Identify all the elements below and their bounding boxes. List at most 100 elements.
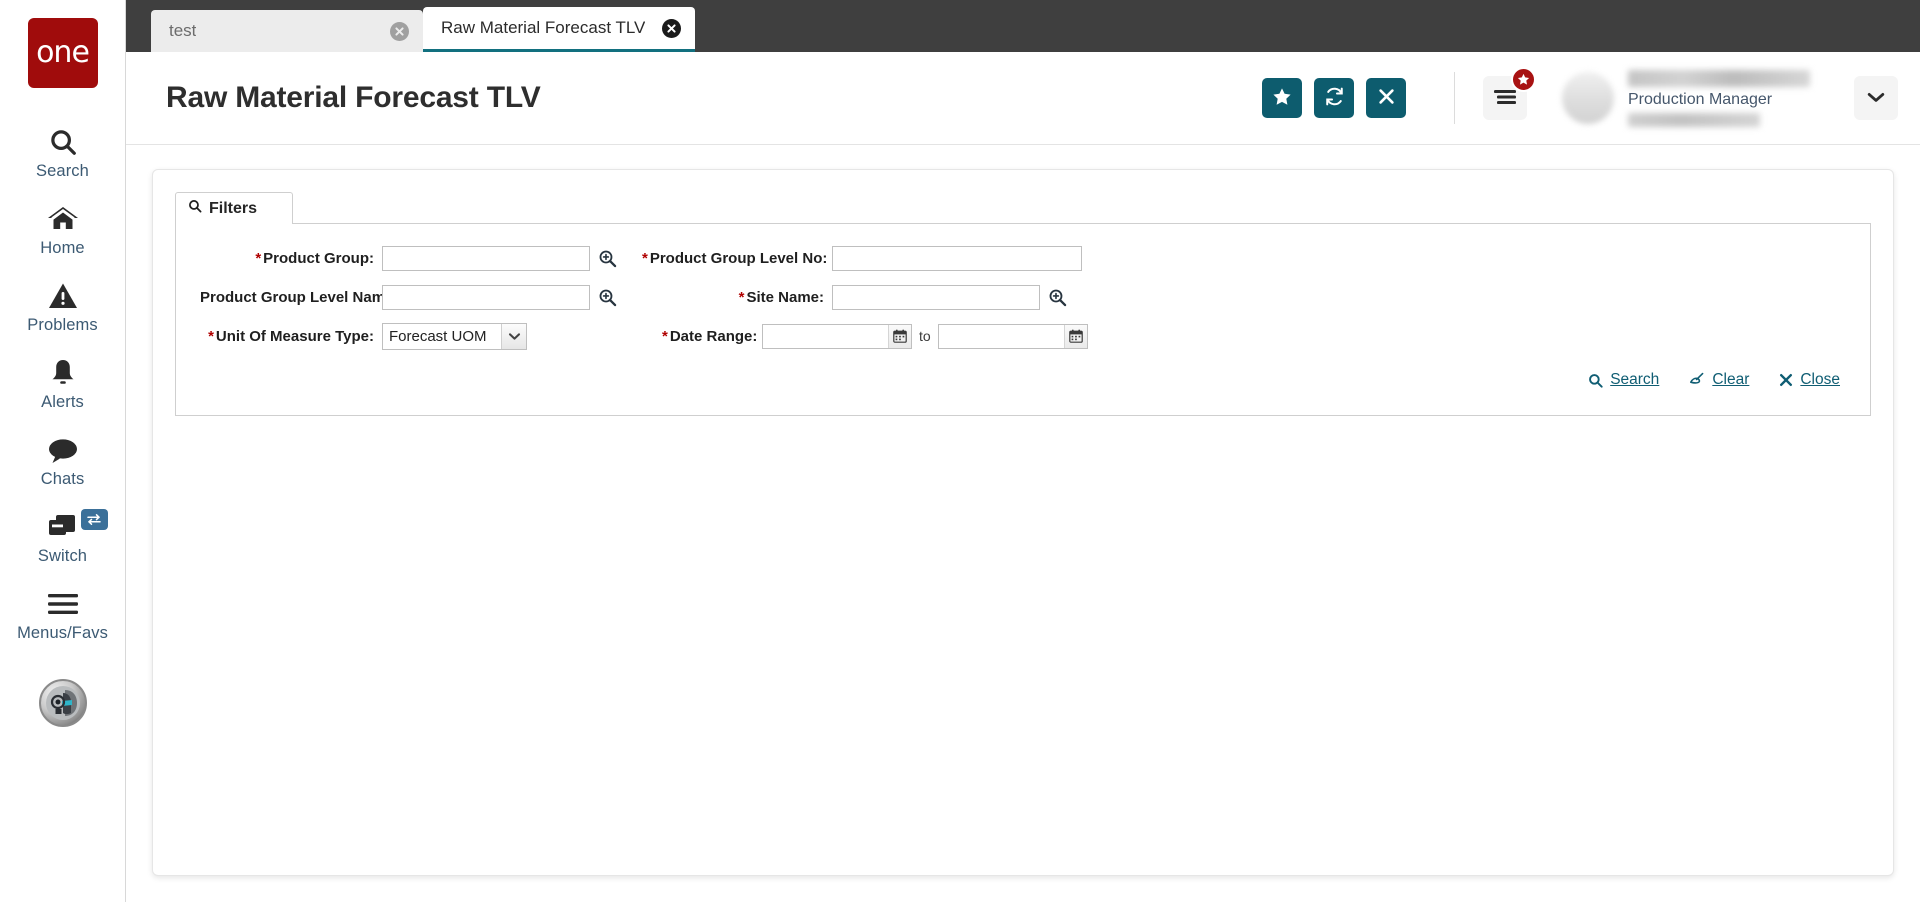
field-product-group-level-name: Product Group Level Name: — [200, 284, 620, 310]
sidebar-item-alerts[interactable]: Alerts — [0, 345, 126, 422]
sidebar-item-label: Switch — [37, 547, 88, 565]
tab-filters[interactable]: Filters — [175, 192, 293, 224]
star-icon — [1272, 87, 1292, 110]
warning-triangle-icon — [48, 279, 78, 313]
application-root: one Search Home Problems Alerts Chats Sw… — [0, 0, 1920, 902]
date-range-separator: to — [919, 328, 931, 344]
site-name-lookup-icon[interactable] — [1044, 284, 1070, 310]
home-icon — [47, 202, 79, 236]
filters-body: * Product Group: * Product Group Level N… — [175, 224, 1871, 416]
date-range-from-wrap — [762, 323, 912, 349]
windows-stack-icon — [47, 510, 79, 544]
sidebar-item-chats[interactable]: Chats — [0, 422, 126, 499]
date-range-to-wrap — [937, 323, 1088, 349]
filters-panel: Filters * Product Group: * Product Group… — [175, 192, 1871, 416]
tab-label: Raw Material Forecast TLV — [441, 18, 646, 37]
field-site-name: * Site Name: — [642, 284, 1070, 310]
search-action-label: Search — [1610, 371, 1660, 388]
close-action-label: Close — [1800, 371, 1840, 388]
content-card: Filters * Product Group: * Product Group… — [152, 169, 1894, 876]
tab-filters-label: Filters — [209, 199, 258, 217]
user-text-group: Production Manager — [1628, 69, 1810, 127]
site-name-input[interactable] — [832, 284, 1040, 310]
sidebar-item-search[interactable]: Search — [0, 114, 126, 191]
bell-icon — [49, 356, 77, 390]
field-date-range: * Date Range: to — [662, 323, 1088, 349]
product-group-lookup-icon[interactable] — [594, 245, 620, 271]
field-product-group-level-no: * Product Group Level No: — [642, 245, 1082, 271]
hamburger-icon — [47, 587, 79, 621]
refresh-button[interactable] — [1314, 78, 1354, 118]
product-group-level-no-label: * Product Group Level No: — [642, 249, 828, 267]
sidebar-item-label: Chats — [40, 470, 85, 488]
header-menu-button[interactable] — [1483, 67, 1536, 120]
filters-row-3: * Unit Of Measure Type: Forecast UOM * D… — [200, 318, 1846, 354]
app-logo-text: one — [36, 35, 90, 70]
sidebar-item-switch[interactable]: Switch — [0, 499, 126, 576]
avatar — [1562, 72, 1614, 124]
clear-action-link[interactable]: Clear — [1689, 371, 1749, 389]
unit-of-measure-type-label: * Unit Of Measure Type: — [208, 327, 374, 345]
product-group-level-no-input[interactable] — [832, 245, 1082, 271]
search-action-link[interactable]: Search — [1588, 371, 1659, 389]
sidebar-item-home[interactable]: Home — [0, 191, 126, 268]
product-group-label: * Product Group: — [255, 249, 374, 267]
required-asterisk: * — [738, 288, 745, 306]
calendar-icon[interactable] — [1063, 324, 1087, 348]
sidebar-item-label: Home — [40, 239, 85, 257]
required-asterisk: * — [255, 249, 262, 267]
field-unit-of-measure-type: * Unit Of Measure Type: Forecast UOM — [200, 322, 527, 350]
filters-row-2: Product Group Level Name: * Site Name: — [200, 279, 1846, 315]
sidebar-item-menus-favs[interactable]: Menus/Favs — [0, 576, 126, 653]
user-profile[interactable]: Production Manager — [1562, 69, 1810, 127]
swap-arrows-icon[interactable] — [80, 509, 108, 530]
site-name-label: * Site Name: — [738, 288, 824, 306]
sidebar-item-problems[interactable]: Problems — [0, 268, 126, 345]
close-button[interactable] — [1366, 78, 1406, 118]
product-group-level-name-input[interactable] — [382, 284, 590, 310]
favorite-button[interactable] — [1262, 78, 1302, 118]
required-asterisk: * — [208, 327, 214, 345]
broom-icon — [1689, 372, 1705, 388]
product-group-level-name-lookup-icon[interactable] — [594, 284, 620, 310]
refresh-icon — [1324, 86, 1345, 110]
page-title: Raw Material Forecast TLV — [166, 81, 541, 114]
required-asterisk: * — [642, 249, 648, 267]
date-range-label: * Date Range: — [662, 327, 758, 345]
header-action-buttons — [1262, 78, 1406, 118]
required-asterisk: * — [662, 327, 668, 345]
unit-of-measure-type-select[interactable]: Forecast UOM — [382, 322, 527, 350]
user-name — [1628, 69, 1810, 87]
main-area: test Raw Material Forecast TLV Raw Mater… — [126, 0, 1920, 902]
filters-row-1: * Product Group: * Product Group Level N… — [200, 240, 1846, 276]
app-logo[interactable]: one — [27, 18, 98, 88]
tab-raw-material-forecast-tlv[interactable]: Raw Material Forecast TLV — [423, 7, 695, 52]
calendar-icon[interactable] — [888, 324, 911, 348]
ai-assistant-orb-icon[interactable] — [38, 679, 87, 727]
user-menu-toggle[interactable] — [1854, 76, 1898, 120]
unit-of-measure-type-select-wrap: Forecast UOM — [382, 322, 527, 350]
hamburger-icon — [1493, 89, 1517, 108]
page-header: Raw Material Forecast TLV Production Man… — [126, 52, 1920, 145]
sidebar-item-label: Problems — [27, 316, 98, 334]
content-area: Filters * Product Group: * Product Group… — [126, 145, 1920, 902]
header-right-group: Production Manager — [1262, 52, 1920, 144]
filters-tab-rule — [293, 223, 1871, 224]
x-icon — [1779, 373, 1793, 387]
search-icon — [48, 125, 78, 159]
filters-actions: Search Clear Close — [200, 357, 1846, 403]
header-divider — [1454, 72, 1455, 124]
field-product-group: * Product Group: — [200, 245, 620, 271]
close-circle-icon[interactable] — [662, 18, 681, 38]
chevron-down-icon — [1866, 90, 1886, 107]
product-group-input[interactable] — [382, 245, 590, 271]
close-circle-icon[interactable] — [390, 21, 409, 41]
filters-tab-row: Filters — [175, 192, 1871, 224]
chat-bubble-icon — [47, 433, 79, 467]
tab-label: test — [169, 21, 197, 40]
tab-test[interactable]: test — [151, 10, 423, 52]
star-icon — [1511, 67, 1536, 92]
clear-action-label: Clear — [1712, 371, 1750, 388]
close-action-link[interactable]: Close — [1779, 371, 1840, 389]
sidebar-item-label: Search — [36, 162, 89, 180]
